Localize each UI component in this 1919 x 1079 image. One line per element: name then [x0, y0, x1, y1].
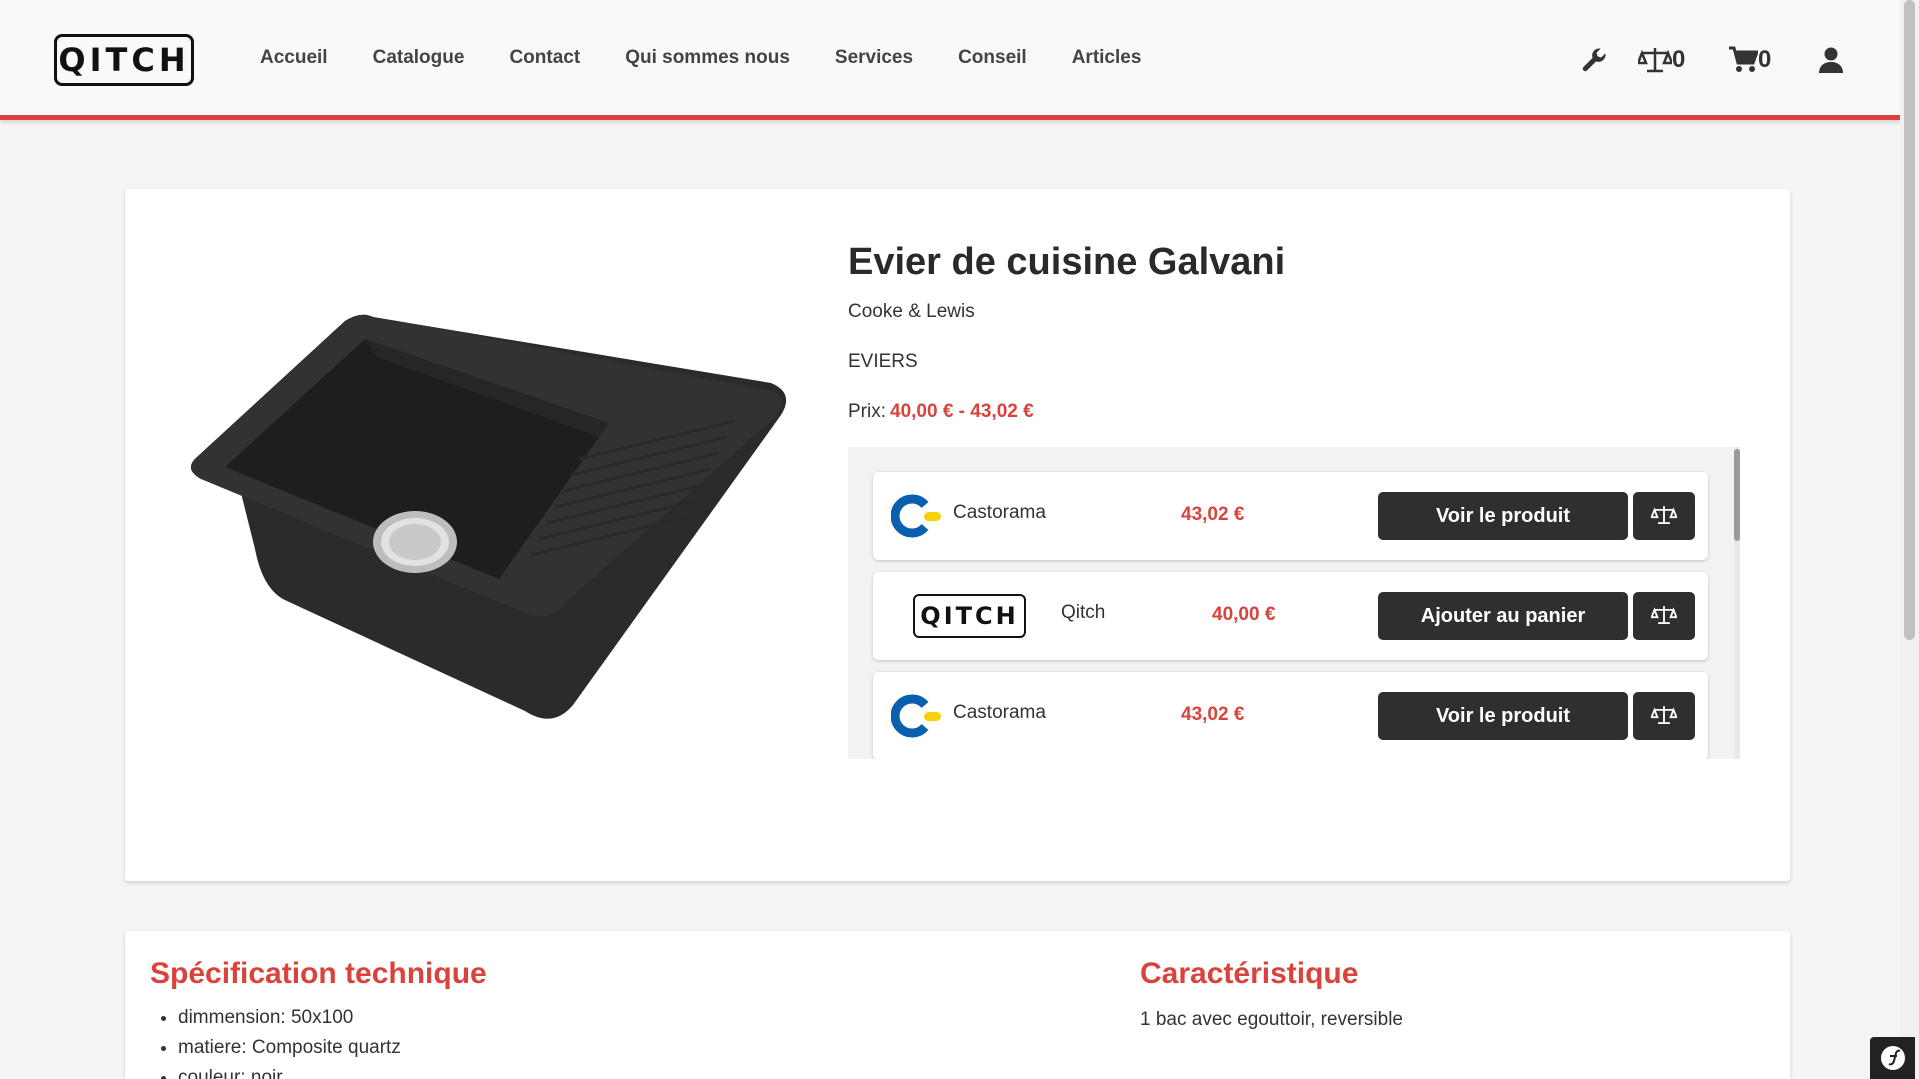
qitch-logo-text: QITCH — [913, 594, 1026, 638]
nav-articles[interactable]: Articles — [1072, 47, 1142, 69]
compare-link[interactable]: 0 — [1638, 40, 1685, 80]
offers-list[interactable]: Castorama 43,02 € Voir le produit QITCH … — [848, 447, 1740, 759]
store-name: Qitch — [1061, 602, 1106, 623]
spec-item: matiere: Composite quartz — [178, 1037, 401, 1059]
castorama-logo — [890, 694, 943, 743]
qitch-logo: QITCH — [913, 594, 1026, 638]
qitch-logo[interactable]: QITCH — [54, 34, 194, 86]
main-nav: Accueil Catalogue Contact Qui sommes nou… — [260, 47, 1186, 69]
compare-button[interactable] — [1633, 592, 1695, 640]
scale-icon — [1650, 704, 1678, 729]
offer-row: Castorama 43,02 € Voir le produit — [873, 472, 1708, 560]
add-to-cart-button[interactable]: Ajouter au panier — [1378, 592, 1628, 640]
castorama-logo — [890, 494, 943, 543]
product-category: EVIERS — [848, 351, 918, 372]
store-name: Castorama — [953, 502, 1046, 523]
price-label: Prix: — [848, 401, 886, 422]
view-product-button[interactable]: Voir le produit — [1378, 692, 1628, 740]
specs-list: dimmension: 50x100 matiere: Composite qu… — [178, 1007, 401, 1079]
page-scrollbar[interactable] — [1900, 0, 1919, 1079]
offer-price: 40,00 € — [1212, 604, 1276, 625]
characteristics-title: Caractéristique — [1140, 957, 1359, 990]
specs-card: Spécification technique dimmension: 50x1… — [125, 931, 1790, 1079]
sink-image — [175, 309, 815, 729]
spec-item: dimmension: 50x100 — [178, 1007, 401, 1029]
offer-row: Castorama 43,02 € Voir le produit — [873, 672, 1708, 759]
nav-accueil[interactable]: Accueil — [260, 47, 328, 69]
scale-icon — [1650, 504, 1678, 529]
offer-price: 43,02 € — [1181, 504, 1245, 525]
cart-icon — [1728, 46, 1758, 74]
product-price: Prix: 40,00 € - 43,02 € — [848, 401, 1034, 423]
compare-button[interactable] — [1633, 692, 1695, 740]
view-product-button[interactable]: Voir le produit — [1378, 492, 1628, 540]
product-brand: Cooke & Lewis — [848, 301, 975, 322]
nav-conseil[interactable]: Conseil — [958, 47, 1027, 69]
cart-link[interactable]: 0 — [1728, 40, 1771, 80]
header-actions: 0 0 — [1580, 40, 1900, 80]
cart-count: 0 — [1758, 46, 1772, 73]
offers-scrollbar-thumb[interactable] — [1734, 449, 1740, 541]
product-title: Evier de cuisine Galvani — [848, 241, 1286, 283]
compare-button[interactable] — [1633, 492, 1695, 540]
offer-row: QITCH Qitch 40,00 € Ajouter au panier — [873, 572, 1708, 660]
specs-title: Spécification technique — [150, 957, 487, 990]
characteristics-text: 1 bac avec egouttoir, reversible — [1140, 1009, 1403, 1030]
page-scrollbar-thumb[interactable] — [1904, 0, 1915, 640]
product-card: Evier de cuisine Galvani Cooke & Lewis E… — [125, 189, 1790, 881]
nav-contact[interactable]: Contact — [509, 47, 580, 69]
top-navbar: QITCH Accueil Catalogue Contact Qui somm… — [0, 0, 1900, 120]
price-range: 40,00 € - 43,02 € — [890, 401, 1034, 422]
offers-scrollbar[interactable] — [1734, 447, 1740, 759]
spec-item: couleur: noir — [178, 1067, 401, 1079]
nav-catalogue[interactable]: Catalogue — [373, 47, 465, 69]
nav-services[interactable]: Services — [835, 47, 913, 69]
compare-count: 0 — [1672, 46, 1686, 73]
scale-icon — [1638, 45, 1672, 75]
nav-qui-sommes-nous[interactable]: Qui sommes nous — [625, 47, 790, 69]
store-name: Castorama — [953, 702, 1046, 723]
wrench-icon[interactable] — [1580, 40, 1608, 80]
scale-icon — [1650, 604, 1678, 629]
offer-price: 43,02 € — [1181, 704, 1245, 725]
user-icon[interactable] — [1818, 40, 1844, 80]
symfony-toolbar-icon[interactable] — [1870, 1037, 1915, 1079]
